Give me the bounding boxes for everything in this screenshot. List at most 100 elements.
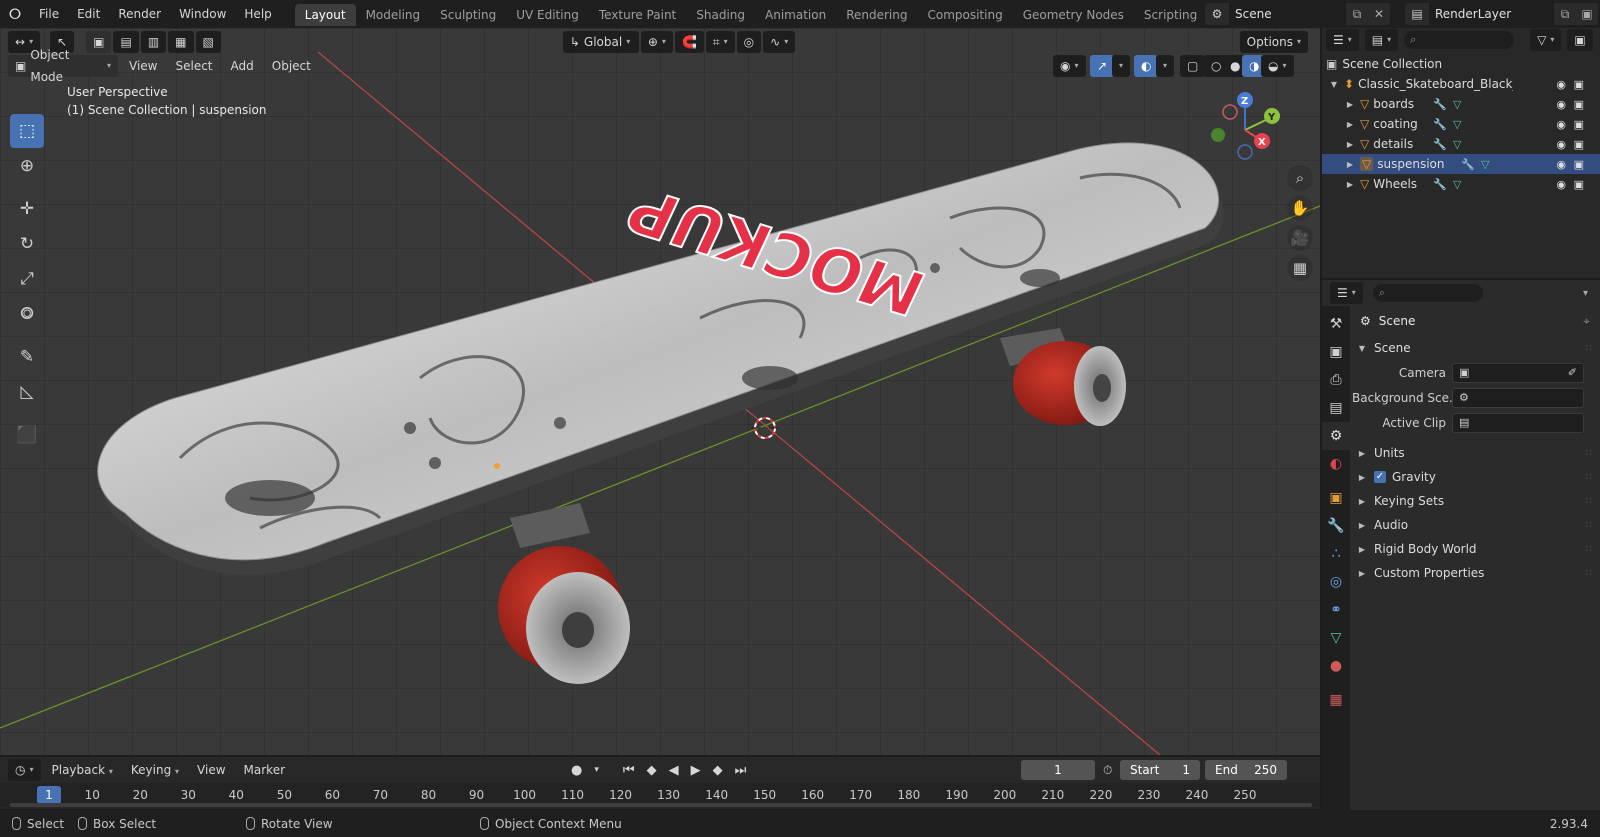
menu-render[interactable]: Render bbox=[109, 0, 170, 28]
modifier-wrench-icon[interactable]: 🔧 bbox=[1461, 158, 1475, 171]
custom-properties-panel-header[interactable]: ▶ Custom Properties ∷ bbox=[1352, 561, 1598, 585]
modifier-wrench-icon[interactable]: 🔧 bbox=[1433, 118, 1447, 131]
background-scene-field[interactable]: ⚙ bbox=[1452, 387, 1584, 408]
gravity-checkbox[interactable]: ✓ bbox=[1374, 471, 1386, 483]
jump-start-icon[interactable]: ⏮ bbox=[617, 763, 641, 778]
select-box-tool-icon[interactable]: ⬚ bbox=[10, 114, 44, 148]
particles-tab-icon[interactable]: ∴ bbox=[1322, 540, 1350, 568]
tab-layout[interactable]: Layout bbox=[294, 4, 356, 26]
outliner-item-coating[interactable]: ▶ ▽ coating 🔧 ▽ ◉ ▣ bbox=[1322, 114, 1600, 134]
prev-keyframe-icon[interactable]: ◆ bbox=[641, 763, 663, 778]
drag-handle-icon[interactable]: ∷ bbox=[1586, 448, 1592, 459]
overlays-dropdown-icon[interactable]: ▾ bbox=[1156, 55, 1175, 77]
xray-toggle-icon[interactable]: ▢ bbox=[1180, 55, 1206, 77]
eye-icon[interactable]: ◉ bbox=[1556, 78, 1566, 91]
expand-right-icon[interactable]: ▶ bbox=[1344, 140, 1356, 149]
new-collection-icon[interactable]: ▣ bbox=[1567, 29, 1593, 51]
properties-search-input[interactable]: ⌕ bbox=[1372, 284, 1483, 302]
modifier-wrench-icon[interactable]: 🔧 bbox=[1433, 138, 1447, 151]
perspective-toggle-icon[interactable]: ▦ bbox=[1287, 255, 1313, 281]
eyedropper-icon[interactable]: ✐ bbox=[1568, 366, 1577, 379]
drag-handle-icon[interactable]: ∷ bbox=[1586, 520, 1592, 531]
timeline-editor-type-icon[interactable]: ◷ ▾ bbox=[8, 759, 41, 781]
camera-view-icon[interactable]: 🎥 bbox=[1287, 225, 1313, 251]
snap-target-icon[interactable]: ⌗ ▾ bbox=[705, 31, 735, 53]
scale-tool-icon[interactable]: ⤢ bbox=[10, 262, 44, 296]
eye-icon[interactable]: ◉ bbox=[1556, 118, 1566, 131]
overlays-toggle-icon[interactable]: ◐ bbox=[1134, 55, 1159, 77]
measure-tool-icon[interactable]: ◺ bbox=[10, 375, 44, 409]
rendered-shading-icon[interactable]: ◒ ▾ bbox=[1261, 55, 1294, 77]
play-icon[interactable]: ▶ bbox=[685, 763, 707, 778]
new-layer-icon[interactable]: ▣ bbox=[1576, 7, 1598, 21]
blender-logo-icon[interactable]: ⭘ bbox=[0, 5, 30, 23]
view-layer-name[interactable]: RenderLayer bbox=[1429, 3, 1554, 25]
scene-panel-header[interactable]: ▼ Scene ∷ bbox=[1352, 336, 1598, 360]
options-dropdown[interactable]: Options ▾ bbox=[1239, 31, 1308, 53]
modifier-tab-icon[interactable]: 🔧 bbox=[1322, 512, 1350, 540]
play-reverse-icon[interactable]: ◀ bbox=[663, 763, 685, 778]
outliner-scene-collection[interactable]: ▣ Scene Collection bbox=[1322, 54, 1600, 74]
audio-panel-header[interactable]: ▶ Audio ∷ bbox=[1352, 513, 1598, 537]
expand-right-icon[interactable]: ▶ bbox=[1344, 100, 1356, 109]
expand-down-icon[interactable]: ▼ bbox=[1328, 80, 1340, 89]
camera-icon[interactable]: ▣ bbox=[1574, 78, 1584, 91]
outliner-editor-type-icon[interactable]: ☰ ▾ bbox=[1326, 29, 1359, 51]
transform-tool-icon[interactable]: ⭗ bbox=[10, 297, 44, 331]
select-mode-invert-icon[interactable]: ▦ bbox=[168, 31, 194, 53]
active-clip-field[interactable]: ▤ bbox=[1452, 412, 1584, 433]
tab-sculpting[interactable]: Sculpting bbox=[430, 4, 506, 26]
mesh-data-icon[interactable]: ▽ bbox=[1453, 138, 1461, 151]
menu-edit[interactable]: Edit bbox=[68, 0, 109, 28]
output-tab-icon[interactable]: ⎙ bbox=[1322, 366, 1350, 394]
menu-object[interactable]: Object bbox=[263, 59, 320, 73]
mesh-data-icon[interactable]: ▽ bbox=[1453, 118, 1461, 131]
scene-tab-icon[interactable]: ⚙ bbox=[1322, 422, 1350, 450]
timeline-view-menu[interactable]: View bbox=[188, 763, 234, 777]
outliner-search-input[interactable]: ⌕ bbox=[1404, 31, 1515, 49]
add-cube-tool-icon[interactable]: ⬛ bbox=[10, 418, 44, 452]
zoom-icon[interactable]: ⌕ bbox=[1287, 165, 1313, 191]
units-panel-header[interactable]: ▶ Units ∷ bbox=[1352, 441, 1598, 465]
outliner-collection[interactable]: ▼ ⬍ Classic_Skateboard_Black_La ◉ ▣ bbox=[1322, 74, 1600, 94]
object-tab-icon[interactable]: ▣ bbox=[1322, 484, 1350, 512]
marker-menu[interactable]: Marker bbox=[235, 763, 294, 777]
object-mode-dropdown[interactable]: ▣ Object Mode ▾ bbox=[8, 48, 118, 84]
texture-tab-icon[interactable]: ▦ bbox=[1322, 686, 1350, 714]
menu-add[interactable]: Add bbox=[222, 59, 263, 73]
view-layer-selector[interactable]: ▤ RenderLayer ⧉ ▣ bbox=[1405, 3, 1598, 25]
cursor-tool-icon[interactable]: ⊕ bbox=[10, 149, 44, 183]
chevron-down-icon[interactable]: ▾ bbox=[1583, 288, 1588, 299]
camera-field[interactable]: ▣ ✐ bbox=[1452, 362, 1584, 383]
menu-view[interactable]: View bbox=[120, 59, 166, 73]
modifier-wrench-icon[interactable]: 🔧 bbox=[1433, 98, 1447, 111]
mesh-data-icon[interactable]: ▽ bbox=[1481, 158, 1489, 171]
outliner-item-suspension[interactable]: ▶ ▽ suspension 🔧 ▽ ◉ ▣ bbox=[1322, 154, 1600, 174]
tab-uv-editing[interactable]: UV Editing bbox=[506, 4, 589, 26]
rotate-tool-icon[interactable]: ↻ bbox=[10, 227, 44, 261]
falloff-icon[interactable]: ∿ ▾ bbox=[763, 31, 796, 53]
menu-select[interactable]: Select bbox=[166, 59, 221, 73]
end-frame-field[interactable]: End 250 bbox=[1205, 760, 1287, 780]
tool-tab-icon[interactable]: ⚒ bbox=[1322, 310, 1350, 338]
drag-handle-icon[interactable]: ∷ bbox=[1586, 568, 1592, 579]
mesh-data-icon[interactable]: ▽ bbox=[1453, 178, 1461, 191]
select-mode-intersect-icon[interactable]: ▧ bbox=[195, 31, 221, 53]
keying-menu[interactable]: Keying ▾ bbox=[122, 763, 188, 777]
tab-texture-paint[interactable]: Texture Paint bbox=[589, 4, 686, 26]
physics-tab-icon[interactable]: ◎ bbox=[1322, 568, 1350, 596]
tab-modeling[interactable]: Modeling bbox=[356, 4, 431, 26]
gizmo-toggle-icon[interactable]: ↗ bbox=[1090, 55, 1115, 77]
drag-handle-icon[interactable]: ∷ bbox=[1586, 496, 1592, 507]
scene-name[interactable]: Scene bbox=[1229, 3, 1346, 25]
camera-icon[interactable]: ▣ bbox=[1574, 158, 1584, 171]
scene-selector[interactable]: ⚙ Scene ⧉ ✕ bbox=[1205, 3, 1390, 25]
world-tab-icon[interactable]: ◐ bbox=[1322, 450, 1350, 478]
drag-handle-icon[interactable]: ∷ bbox=[1586, 472, 1592, 483]
chevron-down-icon[interactable]: ▾ bbox=[588, 765, 605, 775]
tab-geometry-nodes[interactable]: Geometry Nodes bbox=[1013, 4, 1134, 26]
constraints-tab-icon[interactable]: ⚭ bbox=[1322, 596, 1350, 624]
rigid-body-world-panel-header[interactable]: ▶ Rigid Body World ∷ bbox=[1352, 537, 1598, 561]
tab-compositing[interactable]: Compositing bbox=[917, 4, 1012, 26]
render-tab-icon[interactable]: ▣ bbox=[1322, 338, 1350, 366]
